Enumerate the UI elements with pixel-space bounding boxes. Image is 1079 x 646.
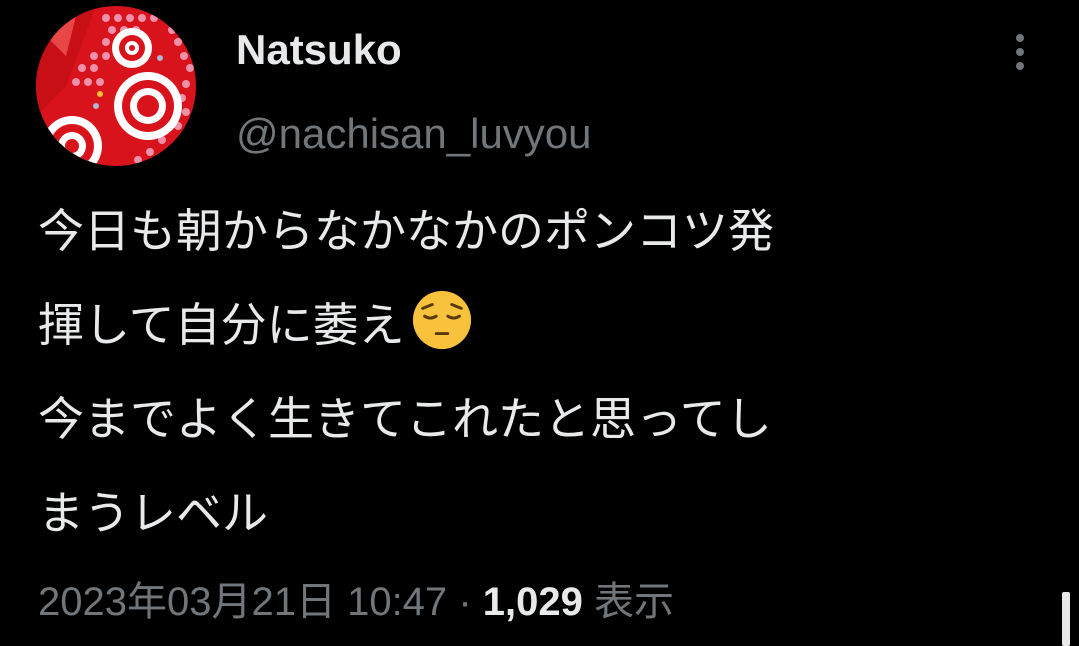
tweet-text-line: 揮して自分に萎え	[38, 278, 1048, 372]
tweet-text-line: 今日も朝からなかなかのポンコツ発	[38, 204, 774, 258]
meta-separator: ·	[458, 580, 472, 624]
more-vertical-icon-dot-2	[1016, 48, 1024, 56]
tweet-meta: 2023年03月21日 10:47 · 1,029 表示	[38, 574, 674, 630]
views-label: 表示	[594, 580, 674, 624]
user-handle[interactable]: @nachisan_luvyou	[236, 108, 592, 160]
avatar-image	[36, 6, 196, 166]
display-name[interactable]: Natsuko	[236, 24, 402, 76]
views-count[interactable]: 1,029	[483, 580, 583, 624]
tweet-text-segment: 揮して自分に萎え	[38, 298, 405, 352]
timestamp-link[interactable]: 2023年03月21日 10:47	[38, 580, 447, 624]
scrollbar[interactable]	[1062, 592, 1070, 646]
tweet-text-line: まうレベル	[38, 486, 268, 540]
tweet-text-line: 今までよく生きてこれたと思ってし	[38, 392, 772, 446]
more-options-button[interactable]	[1004, 30, 1036, 74]
more-vertical-icon	[1016, 34, 1024, 42]
tweet-text: 今日も朝からなかなかのポンコツ発 揮して自分に萎え 今までよく生きてこれたと思っ…	[38, 184, 1048, 560]
avatar[interactable]	[36, 6, 196, 166]
more-vertical-icon-dot-3	[1016, 62, 1024, 70]
pensive-face-emoji-icon	[412, 290, 471, 350]
